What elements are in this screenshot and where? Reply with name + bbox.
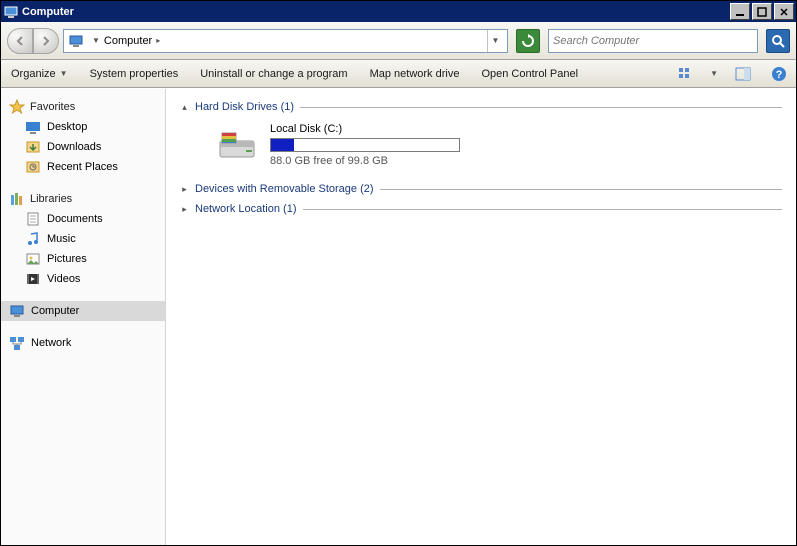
view-options-button[interactable] <box>674 63 696 85</box>
group-header-network-location[interactable]: ▸ Network Location (1) <box>180 203 782 215</box>
explorer-window: Computer ▼ Computer ▸ ▼ <box>0 0 797 546</box>
group-label: Hard Disk Drives (1) <box>195 101 294 113</box>
recent-places-icon <box>25 159 41 175</box>
preview-pane-button[interactable] <box>732 63 754 85</box>
group-header-hdd[interactable]: ▴ Hard Disk Drives (1) <box>180 101 782 113</box>
organize-button[interactable]: Organize ▼ <box>7 65 72 83</box>
breadcrumb-dropdown-icon[interactable]: ▸ <box>156 36 160 45</box>
title-bar: Computer <box>1 1 796 22</box>
forward-button[interactable] <box>33 28 59 54</box>
computer-icon <box>68 33 84 49</box>
close-button[interactable] <box>774 3 794 20</box>
network-icon <box>9 335 25 351</box>
tree-item-label: Recent Places <box>47 161 118 173</box>
tree-item-label: Desktop <box>47 121 87 133</box>
drive-item-local-disk-c[interactable]: Local Disk (C:) 88.0 GB free of 99.8 GB <box>180 121 782 179</box>
collapse-icon: ▴ <box>180 103 189 112</box>
help-button[interactable]: ? <box>768 63 790 85</box>
star-icon <box>9 99 25 115</box>
expand-icon: ▸ <box>180 205 189 214</box>
tree-item-label: Downloads <box>47 141 101 153</box>
tree-item-label: Pictures <box>47 253 87 265</box>
libraries-icon <box>9 191 25 207</box>
computer-icon <box>4 5 18 19</box>
sidebar-item-music[interactable]: Music <box>1 229 165 249</box>
sidebar-item-desktop[interactable]: Desktop <box>1 117 165 137</box>
body-area: Favorites Desktop Downloads Recent Place… <box>1 88 796 545</box>
tree-item-label: Music <box>47 233 76 245</box>
computer-icon <box>9 303 25 319</box>
downloads-icon <box>25 139 41 155</box>
music-icon <box>25 231 41 247</box>
breadcrumb-root-dropdown-icon[interactable]: ▼ <box>92 36 100 45</box>
address-bar[interactable]: ▼ Computer ▸ ▼ <box>63 29 508 53</box>
map-drive-label: Map network drive <box>370 68 460 80</box>
map-drive-button[interactable]: Map network drive <box>366 65 464 83</box>
chevron-down-icon[interactable]: ▼ <box>710 69 718 78</box>
drive-usage-fill <box>271 139 294 151</box>
uninstall-button[interactable]: Uninstall or change a program <box>196 65 351 83</box>
expand-icon: ▸ <box>180 185 189 194</box>
favorites-section[interactable]: Favorites <box>1 97 165 117</box>
divider <box>303 209 783 210</box>
tree-item-label: Network <box>31 337 71 349</box>
content-pane: ▴ Hard Disk Drives (1) <box>166 89 796 545</box>
window-title: Computer <box>22 6 730 18</box>
videos-icon <box>25 271 41 287</box>
favorites-label: Favorites <box>30 101 75 113</box>
documents-icon <box>25 211 41 227</box>
svg-text:?: ? <box>776 69 783 81</box>
tree-item-label: Documents <box>47 213 103 225</box>
hard-drive-icon <box>216 127 258 163</box>
system-properties-button[interactable]: System properties <box>86 65 183 83</box>
maximize-button[interactable] <box>752 3 772 20</box>
control-panel-label: Open Control Panel <box>481 68 578 80</box>
group-label: Devices with Removable Storage (2) <box>195 183 374 195</box>
libraries-label: Libraries <box>30 193 72 205</box>
group-label: Network Location (1) <box>195 203 297 215</box>
search-box[interactable] <box>548 29 758 53</box>
window-buttons <box>730 3 796 20</box>
sidebar-item-network[interactable]: Network <box>1 333 165 353</box>
organize-label: Organize <box>11 68 56 80</box>
group-header-removable[interactable]: ▸ Devices with Removable Storage (2) <box>180 183 782 195</box>
sidebar-item-recent-places[interactable]: Recent Places <box>1 157 165 177</box>
drive-free-text: 88.0 GB free of 99.8 GB <box>270 155 470 167</box>
sidebar-item-documents[interactable]: Documents <box>1 209 165 229</box>
desktop-icon <box>25 119 41 135</box>
drive-info: Local Disk (C:) 88.0 GB free of 99.8 GB <box>270 123 470 167</box>
address-history-dropdown-icon[interactable]: ▼ <box>487 30 503 52</box>
navigation-pane: Favorites Desktop Downloads Recent Place… <box>1 89 166 545</box>
divider <box>300 107 782 108</box>
refresh-button[interactable] <box>516 29 540 53</box>
libraries-section[interactable]: Libraries <box>1 189 165 209</box>
sidebar-item-computer[interactable]: Computer <box>1 301 165 321</box>
sidebar-item-videos[interactable]: Videos <box>1 269 165 289</box>
minimize-button[interactable] <box>730 3 750 20</box>
drive-name: Local Disk (C:) <box>270 123 470 135</box>
sidebar-item-pictures[interactable]: Pictures <box>1 249 165 269</box>
tree-item-label: Videos <box>47 273 80 285</box>
uninstall-label: Uninstall or change a program <box>200 68 347 80</box>
back-button[interactable] <box>7 28 33 54</box>
navigation-bar: ▼ Computer ▸ ▼ <box>1 22 796 60</box>
command-bar: Organize ▼ System properties Uninstall o… <box>1 60 796 88</box>
pictures-icon <box>25 251 41 267</box>
tree-item-label: Computer <box>31 305 79 317</box>
chevron-down-icon: ▼ <box>60 69 68 78</box>
divider <box>380 189 782 190</box>
address-label: Computer <box>104 35 152 47</box>
system-properties-label: System properties <box>90 68 179 80</box>
control-panel-button[interactable]: Open Control Panel <box>477 65 582 83</box>
search-button[interactable] <box>766 29 790 53</box>
sidebar-item-downloads[interactable]: Downloads <box>1 137 165 157</box>
drive-usage-bar <box>270 138 460 152</box>
search-input[interactable] <box>553 35 753 47</box>
